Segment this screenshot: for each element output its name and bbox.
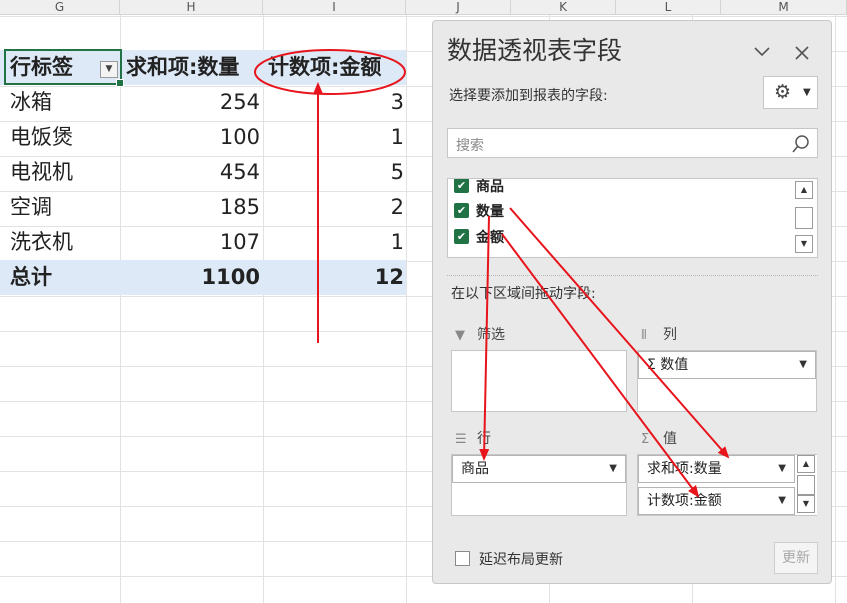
count-value[interactable]: 3 — [264, 85, 404, 120]
search-icon[interactable] — [791, 134, 811, 158]
values-area[interactable]: 求和项:数量 ▼ 计数项:金额 ▼ ▲ ▼ — [637, 454, 817, 516]
defer-label: 延迟布局更新 — [479, 552, 563, 568]
filter-funnel-icon: ▼ — [455, 328, 465, 343]
gear-icon: ⚙ — [774, 81, 792, 103]
filters-area-header: ▼ 筛选 — [455, 324, 505, 344]
chevron-down-icon[interactable]: ▼ — [799, 352, 807, 378]
sum-value[interactable]: 454 — [122, 155, 260, 190]
total-sum[interactable]: 1100 — [122, 260, 260, 295]
column-header-i[interactable]: I — [263, 0, 406, 15]
rows-item-label: 商品 — [461, 461, 489, 477]
choose-fields-label: 选择要添加到报表的字段: — [449, 88, 608, 104]
row-label[interactable]: 空调 — [10, 190, 52, 225]
pivot-fields-pane: 数据透视表字段 选择要添加到报表的字段: ⚙ ▼ 搜索 ✔ 商品 ✔ 数量 ✔ … — [432, 20, 832, 584]
rows-area-header: ☰ 行 — [455, 428, 491, 448]
pivot-row: 电视机 454 5 — [0, 155, 406, 190]
values-item-label: 求和项:数量 — [647, 461, 722, 477]
columns-icon: ⦀ — [641, 328, 647, 343]
filters-area[interactable] — [451, 350, 627, 412]
values-area-scrollbar[interactable]: ▲ ▼ — [797, 455, 817, 515]
minimize-chevron-icon[interactable] — [753, 39, 771, 63]
row-label[interactable]: 电饭煲 — [10, 120, 73, 155]
field-label: 金额 — [476, 230, 504, 246]
column-header-h[interactable]: H — [120, 0, 263, 15]
column-header-g[interactable]: G — [0, 0, 120, 15]
defer-update-option[interactable]: 延迟布局更新 — [455, 549, 563, 569]
checkbox-checked-icon[interactable]: ✔ — [454, 179, 469, 193]
columns-area-title: 列 — [663, 327, 677, 343]
sum-value[interactable]: 100 — [122, 120, 260, 155]
column-header-k[interactable]: K — [511, 0, 616, 15]
scroll-down-icon[interactable]: ▼ — [797, 495, 815, 513]
rows-area-title: 行 — [477, 431, 491, 447]
column-header-m[interactable]: M — [721, 0, 847, 15]
pivot-row: 冰箱 254 3 — [0, 85, 406, 120]
scroll-thumb[interactable] — [795, 207, 813, 229]
sum-value[interactable]: 254 — [122, 85, 260, 120]
pivot-row: 空调 185 2 — [0, 190, 406, 225]
count-value[interactable]: 2 — [264, 190, 404, 225]
pivot-table: 行标签 求和项:数量 计数项:金额 冰箱 254 3 电饭煲 100 1 电视机… — [0, 50, 406, 295]
count-value[interactable]: 1 — [264, 225, 404, 260]
columns-area-header: ⦀ 列 — [641, 324, 677, 344]
sum-value[interactable]: 185 — [122, 190, 260, 225]
sum-value[interactable]: 107 — [122, 225, 260, 260]
count-value[interactable]: 5 — [264, 155, 404, 190]
row-label[interactable]: 电视机 — [10, 155, 73, 190]
checkbox-checked-icon[interactable]: ✔ — [454, 203, 469, 218]
close-icon[interactable] — [795, 41, 809, 65]
total-label[interactable]: 总计 — [10, 260, 52, 295]
column-header-l[interactable]: L — [616, 0, 721, 15]
values-area-item[interactable]: 求和项:数量 ▼ — [638, 455, 795, 483]
values-area-header: Σ值 — [641, 428, 677, 448]
filter-dropdown-icon[interactable]: ▼ — [100, 61, 118, 78]
sigma-icon: Σ — [641, 432, 650, 447]
values-area-title: 值 — [663, 431, 677, 447]
drag-fields-label: 在以下区域间拖动字段: — [451, 286, 596, 302]
chevron-down-icon[interactable]: ▼ — [609, 456, 617, 482]
count-amount-header[interactable]: 计数项:金额 — [268, 50, 381, 85]
chevron-down-icon: ▼ — [803, 87, 811, 98]
row-label[interactable]: 冰箱 — [10, 85, 52, 120]
field-list-scrollbar[interactable]: ▲ ▼ — [795, 181, 815, 255]
scroll-up-icon[interactable]: ▲ — [797, 455, 815, 473]
values-area-item[interactable]: 计数项:金额 ▼ — [638, 487, 795, 515]
rows-area[interactable]: 商品 ▼ — [451, 454, 627, 516]
column-header-j[interactable]: J — [406, 0, 511, 15]
pivot-row: 洗衣机 107 1 — [0, 225, 406, 260]
total-count[interactable]: 12 — [264, 260, 404, 295]
column-headers: G H I J K L M — [0, 0, 847, 15]
scroll-down-icon[interactable]: ▼ — [795, 235, 813, 253]
pivot-row: 电饭煲 100 1 — [0, 120, 406, 155]
columns-item-label: Σ 数值 — [647, 357, 689, 373]
field-label: 商品 — [476, 179, 504, 195]
chevron-down-icon[interactable]: ▼ — [778, 488, 786, 514]
values-item-label: 计数项:金额 — [647, 493, 722, 509]
settings-button[interactable]: ⚙ ▼ — [763, 76, 818, 109]
field-label: 数量 — [476, 204, 504, 220]
checkbox-checked-icon[interactable]: ✔ — [454, 229, 469, 244]
search-field[interactable]: 搜索 — [447, 128, 818, 158]
pane-divider — [447, 275, 818, 276]
update-button[interactable]: 更新 — [774, 542, 818, 574]
scroll-up-icon[interactable]: ▲ — [795, 181, 813, 199]
scroll-thumb[interactable] — [797, 475, 815, 495]
pivot-total-row: 总计 1100 12 — [0, 260, 406, 295]
rows-icon: ☰ — [455, 432, 467, 447]
rows-area-item[interactable]: 商品 ▼ — [452, 455, 626, 483]
chevron-down-icon[interactable]: ▼ — [778, 456, 786, 482]
filters-area-title: 筛选 — [477, 327, 505, 343]
sum-quantity-header[interactable]: 求和项:数量 — [126, 50, 239, 85]
count-value[interactable]: 1 — [264, 120, 404, 155]
defer-checkbox[interactable] — [455, 551, 470, 566]
row-label[interactable]: 洗衣机 — [10, 225, 73, 260]
columns-area-item[interactable]: Σ 数值 ▼ — [638, 351, 816, 379]
search-placeholder: 搜索 — [456, 138, 484, 154]
columns-area[interactable]: Σ 数值 ▼ — [637, 350, 817, 412]
pane-title: 数据透视表字段 — [447, 36, 623, 65]
field-list: ✔ 商品 ✔ 数量 ✔ 金额 ▲ ▼ — [447, 178, 818, 258]
